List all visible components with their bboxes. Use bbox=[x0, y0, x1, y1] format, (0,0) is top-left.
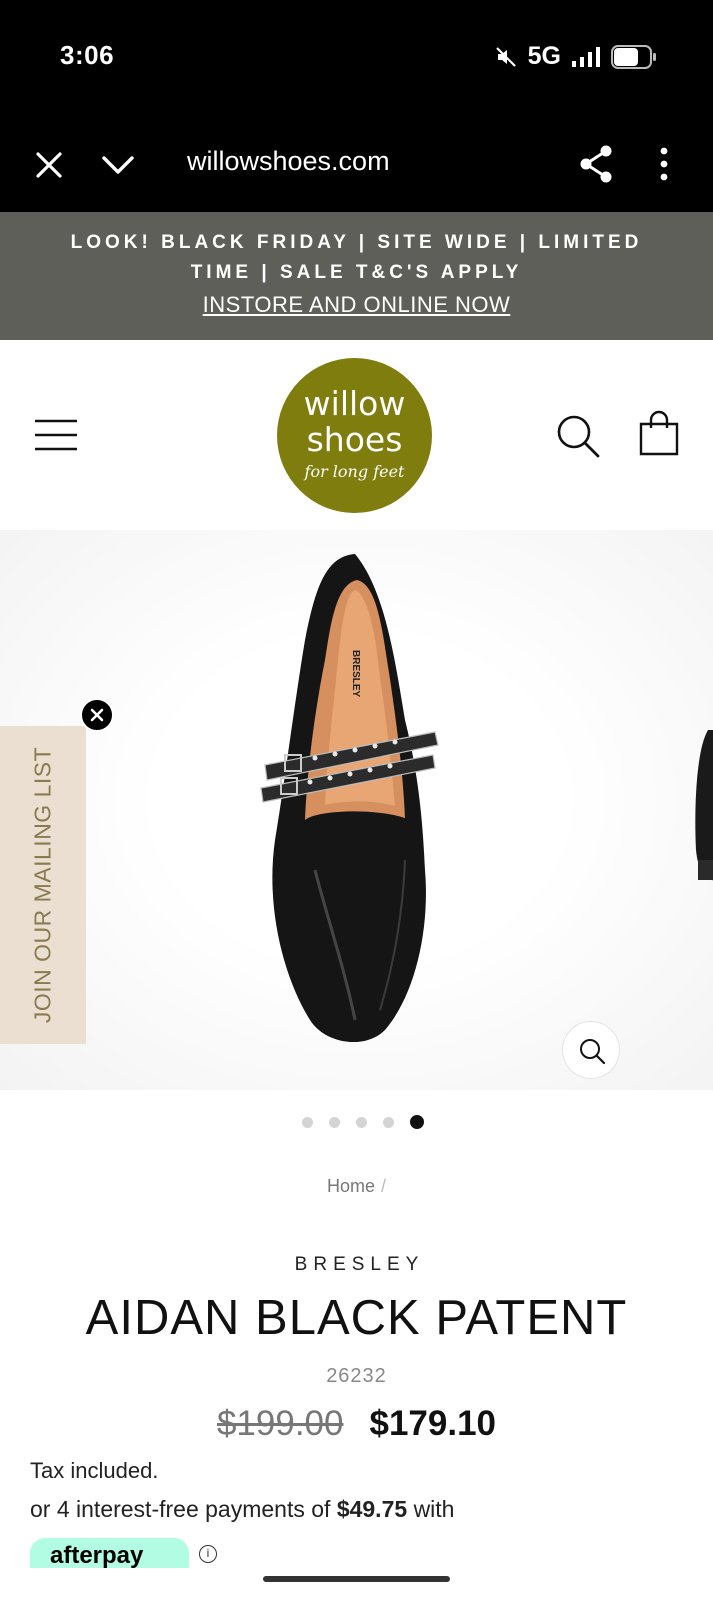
breadcrumb-separator: / bbox=[381, 1176, 387, 1196]
breadcrumb: Home / bbox=[0, 1176, 713, 1197]
sale-price: $179.10 bbox=[369, 1404, 497, 1443]
site-header: willow shoes for long feet bbox=[0, 340, 713, 530]
logo-text-willow: willow bbox=[303, 384, 406, 423]
breadcrumb-home-link[interactable]: Home bbox=[327, 1176, 375, 1196]
battery-icon bbox=[611, 44, 656, 69]
mute-icon bbox=[495, 46, 516, 67]
announcement-link[interactable]: INSTORE AND ONLINE NOW bbox=[0, 292, 713, 318]
product-sku: 26232 bbox=[326, 1365, 387, 1387]
next-slide-preview[interactable] bbox=[690, 710, 713, 890]
close-icon bbox=[90, 708, 104, 722]
carousel-dot-4[interactable] bbox=[382, 1117, 394, 1128]
announcement-text: LOOK! BLACK FRIDAY | SITE WIDE | LIMITED… bbox=[70, 232, 643, 283]
search-icon[interactable] bbox=[556, 414, 600, 458]
carousel-dots bbox=[0, 1115, 713, 1131]
browser-bar: willowshoes.com bbox=[0, 118, 713, 212]
installments-suffix: with bbox=[413, 1496, 455, 1522]
mailing-list-tab[interactable]: JOIN OUR MAILING LIST bbox=[0, 726, 86, 1044]
status-icons: 5G bbox=[494, 42, 657, 71]
afterpay-logo: afterpay bbox=[50, 1542, 144, 1568]
menu-icon[interactable] bbox=[34, 418, 78, 452]
installments-text: or 4 interest-free payments of $49.75 wi… bbox=[30, 1496, 454, 1523]
cart-icon[interactable] bbox=[638, 410, 680, 456]
chevron-down-icon[interactable] bbox=[100, 150, 136, 180]
price-row: $199.00 $179.10 bbox=[0, 1404, 713, 1444]
logo-text-shoes: shoes bbox=[306, 420, 403, 459]
product-vendor[interactable]: BRESLEY bbox=[0, 1254, 713, 1276]
product-title: AIDAN BLACK PATENT bbox=[85, 1291, 628, 1345]
carousel-dot-3[interactable] bbox=[355, 1117, 367, 1128]
carousel-dot-5-active[interactable] bbox=[409, 1115, 424, 1129]
logo-tagline: for long feet bbox=[304, 462, 405, 481]
info-icon[interactable]: i bbox=[199, 1545, 217, 1563]
svg-text:BRESLEY: BRESLEY bbox=[350, 650, 361, 698]
carousel-dot-1[interactable] bbox=[301, 1117, 313, 1128]
product-image[interactable]: BRESLEY bbox=[255, 550, 455, 1050]
signal-icon bbox=[572, 46, 600, 67]
announcement-bar: LOOK! BLACK FRIDAY | SITE WIDE | LIMITED… bbox=[0, 212, 713, 340]
mailing-list-close-button[interactable] bbox=[80, 698, 114, 732]
close-icon[interactable] bbox=[32, 148, 66, 182]
share-icon[interactable] bbox=[578, 144, 614, 184]
status-time: 3:06 bbox=[60, 40, 115, 70]
status-bar: 3:06 5G bbox=[0, 0, 713, 118]
original-price: $199.00 bbox=[216, 1404, 344, 1443]
url-bar[interactable]: willowshoes.com bbox=[187, 146, 390, 177]
afterpay-badge[interactable]: afterpay bbox=[30, 1538, 189, 1568]
more-vert-icon[interactable] bbox=[652, 144, 676, 184]
installments-amount: $49.75 bbox=[336, 1496, 408, 1522]
tax-note: Tax included. bbox=[30, 1458, 159, 1483]
product-gallery[interactable]: BRESLEY bbox=[0, 530, 713, 1090]
mailing-list-label: JOIN OUR MAILING LIST bbox=[29, 746, 56, 1024]
site-logo[interactable]: willow shoes for long feet bbox=[277, 358, 432, 513]
installments-prefix: or 4 interest-free payments of bbox=[30, 1496, 331, 1522]
network-label: 5G bbox=[527, 42, 561, 70]
home-indicator[interactable] bbox=[263, 1576, 450, 1582]
zoom-button[interactable] bbox=[562, 1021, 620, 1079]
zoom-icon bbox=[580, 1039, 606, 1065]
carousel-dot-2[interactable] bbox=[328, 1117, 340, 1128]
